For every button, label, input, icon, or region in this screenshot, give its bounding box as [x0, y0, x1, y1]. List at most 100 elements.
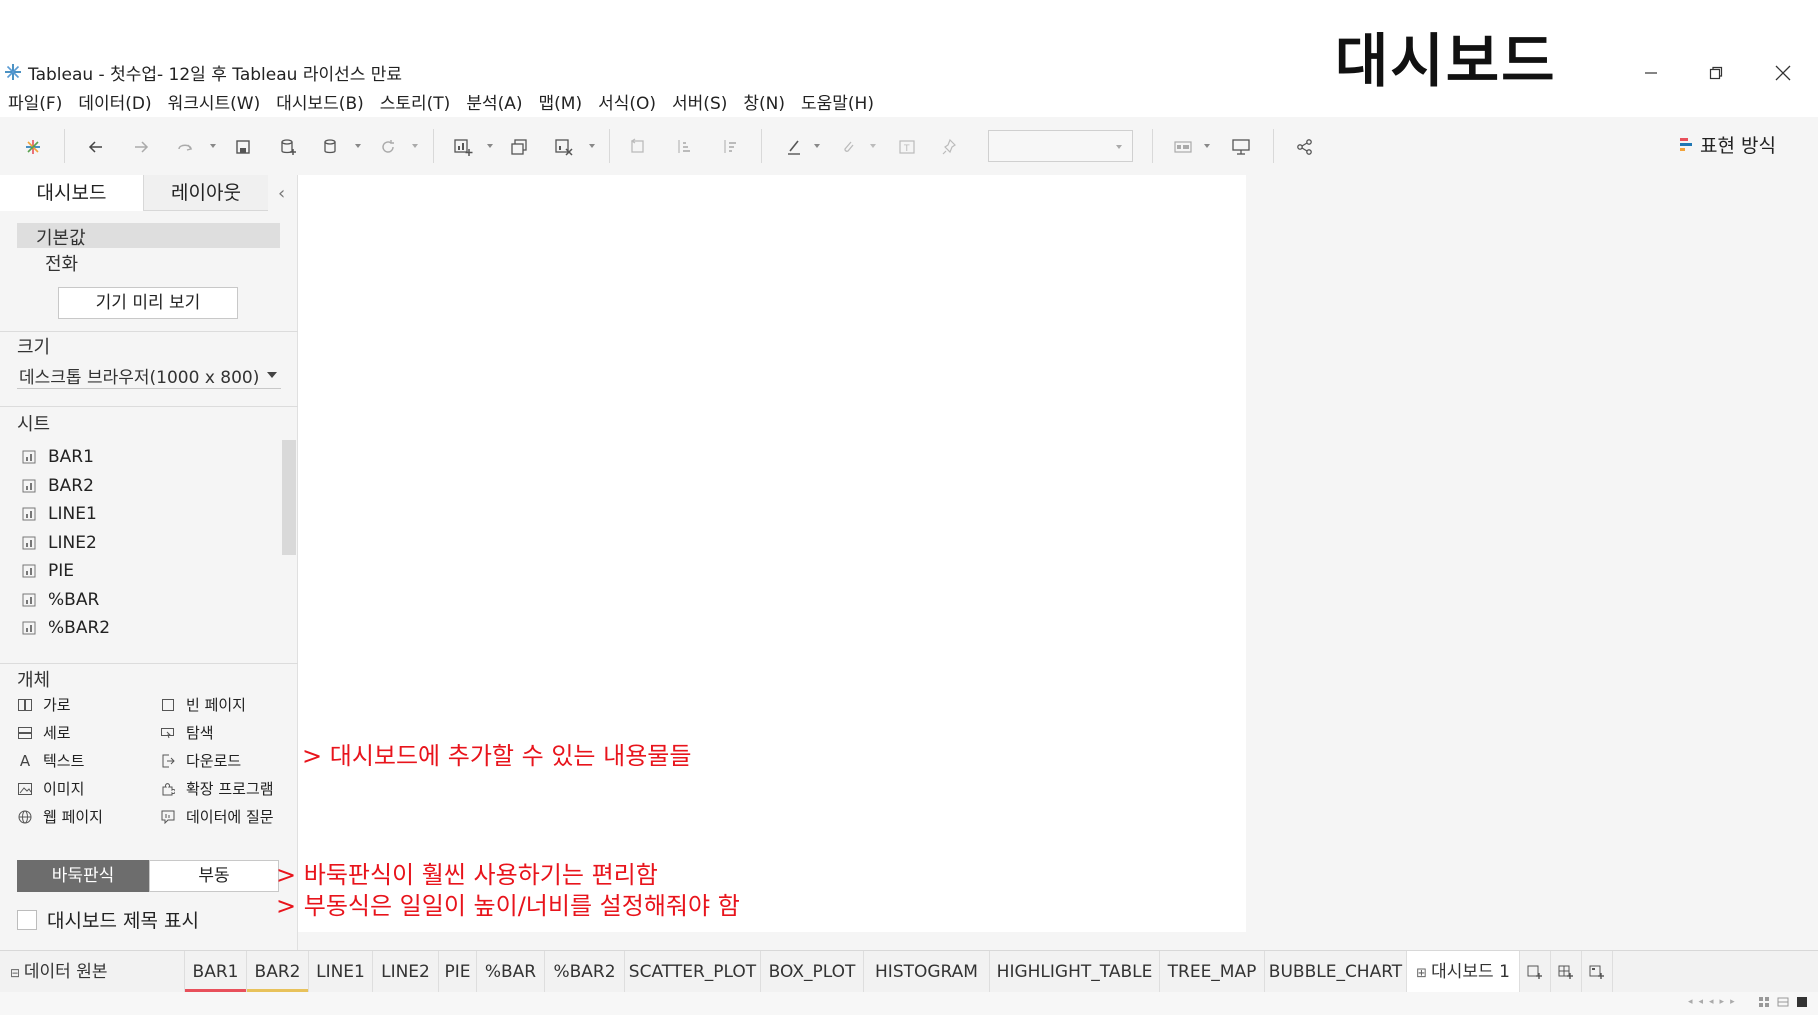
replay-button[interactable] — [172, 134, 198, 160]
dashboard-canvas[interactable] — [298, 175, 1246, 932]
menu-file[interactable]: 파일(F) — [0, 91, 70, 117]
share-button[interactable] — [1292, 134, 1318, 160]
menu-analysis[interactable]: 분석(A) — [458, 91, 530, 117]
sheet-item[interactable]: %BAR2 — [22, 614, 110, 643]
menu-window[interactable]: 창(N) — [735, 91, 793, 117]
show-cards-button[interactable] — [1170, 134, 1196, 160]
sheet-list-scrollbar[interactable] — [282, 440, 296, 555]
object-horizontal[interactable]: 가로 — [17, 694, 71, 715]
grid-view-icon[interactable] — [1758, 996, 1770, 1008]
tab-sheet[interactable]: TREE_MAP — [1160, 951, 1265, 993]
clear-sheet-button[interactable] — [551, 134, 577, 160]
tableau-home-button[interactable] — [20, 134, 46, 160]
size-select[interactable]: 데스크톱 브라우저(1000 x 800) — [17, 361, 281, 389]
new-worksheet-button[interactable] — [450, 134, 476, 160]
menu-story[interactable]: 스토리(T) — [372, 91, 459, 117]
sheet-item[interactable]: BAR1 — [22, 443, 110, 472]
object-extension[interactable]: 확장 프로그램 — [160, 778, 274, 799]
tab-sheet[interactable]: BAR2 — [247, 951, 309, 993]
close-button[interactable] — [1763, 58, 1803, 88]
tab-dashboard-1[interactable]: ⊞ 대시보드 1 — [1407, 951, 1520, 993]
save-button[interactable] — [230, 134, 256, 160]
floating-toggle[interactable]: 부동 — [149, 860, 279, 892]
object-text[interactable]: A 텍스트 — [17, 750, 85, 771]
redo-button[interactable] — [128, 134, 154, 160]
chevron-down-icon[interactable] — [410, 141, 420, 151]
sheet-navigation-arrows[interactable]: ◂◂◂▸▸ — [1688, 997, 1741, 1007]
fit-select[interactable] — [988, 130, 1133, 162]
filmstrip-view-icon[interactable] — [1777, 996, 1789, 1008]
refresh-button[interactable] — [375, 134, 401, 160]
highlight-button[interactable] — [781, 134, 807, 160]
tab-sheet[interactable]: LINE2 — [373, 951, 439, 993]
tab-layout[interactable]: 레이아웃 — [144, 175, 268, 211]
menu-worksheet[interactable]: 워크시트(W) — [160, 91, 269, 117]
tab-data-source[interactable]: ⊟ 데이터 원본 — [0, 951, 185, 993]
show-mark-labels-button[interactable]: T — [894, 134, 920, 160]
worksheet-icon — [22, 593, 36, 607]
slide-heading: 대시보드 — [1335, 27, 1557, 95]
presentation-mode-button[interactable] — [1228, 134, 1254, 160]
chevron-down-icon[interactable] — [868, 141, 878, 151]
tab-sheet[interactable]: HISTOGRAM — [864, 951, 990, 993]
tab-sheet[interactable]: PIE — [439, 951, 477, 993]
undo-button[interactable] — [83, 134, 109, 160]
sheet-item[interactable]: LINE1 — [22, 500, 110, 529]
duplicate-sheet-button[interactable] — [506, 134, 532, 160]
sheet-item[interactable]: LINE2 — [22, 529, 110, 558]
menu-server[interactable]: 서버(S) — [664, 91, 735, 117]
collapse-pane-icon[interactable]: ‹ — [278, 183, 285, 204]
chevron-down-icon[interactable] — [353, 141, 363, 151]
checkbox-box[interactable] — [17, 909, 37, 930]
group-members-button[interactable] — [835, 134, 861, 160]
chevron-down-icon[interactable] — [485, 141, 495, 151]
chevron-down-icon[interactable] — [587, 141, 597, 151]
sort-ascending-button[interactable] — [671, 134, 697, 160]
tab-dashboard[interactable]: 대시보드 — [0, 175, 144, 211]
tab-sheet[interactable]: SCATTER_PLOT — [625, 951, 761, 993]
new-dashboard-tab-button[interactable] — [1551, 951, 1582, 993]
restore-button[interactable] — [1696, 58, 1736, 88]
chevron-down-icon[interactable] — [812, 141, 822, 151]
object-vertical[interactable]: 세로 — [17, 722, 71, 743]
fix-axes-button[interactable] — [937, 134, 963, 160]
minimize-button[interactable] — [1631, 58, 1671, 88]
tab-sheet[interactable]: BAR1 — [185, 951, 247, 993]
menu-format[interactable]: 서식(O) — [590, 91, 664, 117]
sheet-item[interactable]: BAR2 — [22, 472, 110, 501]
pause-updates-button[interactable] — [318, 134, 344, 160]
tab-sheet[interactable]: %BAR2 — [545, 951, 625, 993]
tab-sheet[interactable]: BOX_PLOT — [761, 951, 864, 993]
device-preview-button[interactable]: 기기 미리 보기 — [58, 287, 238, 319]
sheet-item[interactable]: PIE — [22, 557, 110, 586]
chevron-down-icon[interactable] — [208, 141, 218, 151]
menu-data[interactable]: 데이터(D) — [70, 91, 159, 117]
object-web-page[interactable]: 웹 페이지 — [17, 806, 103, 827]
tab-sheet[interactable]: BUBBLE_CHART — [1265, 951, 1407, 993]
chevron-down-icon[interactable] — [1202, 141, 1212, 151]
object-blank[interactable]: 빈 페이지 — [160, 694, 246, 715]
tiled-toggle[interactable]: 바둑판식 — [17, 860, 149, 892]
device-phone-item[interactable]: 전화 — [45, 250, 78, 276]
new-worksheet-tab-button[interactable] — [1520, 951, 1551, 993]
menu-map[interactable]: 맵(M) — [531, 91, 591, 117]
sort-descending-button[interactable] — [717, 134, 743, 160]
object-download[interactable]: 다운로드 — [160, 750, 241, 771]
menu-dashboard[interactable]: 대시보드(B) — [268, 91, 372, 117]
tab-label: BAR1 — [192, 962, 239, 982]
sheet-label: %BAR — [48, 589, 100, 610]
object-navigation[interactable]: 탐색 — [160, 722, 214, 743]
show-dashboard-title-checkbox[interactable]: 대시보드 제목 표시 — [17, 906, 199, 933]
new-data-source-button[interactable] — [275, 134, 301, 160]
tab-sheet[interactable]: HIGHLIGHT_TABLE — [990, 951, 1160, 993]
tab-sheet[interactable]: %BAR — [477, 951, 545, 993]
tab-view-icon[interactable] — [1796, 996, 1808, 1008]
sheet-item[interactable]: %BAR — [22, 586, 110, 615]
object-ask-data[interactable]: 데이터에 질문 — [160, 806, 274, 827]
new-story-tab-button[interactable] — [1582, 951, 1613, 993]
swap-rows-columns-button[interactable] — [625, 134, 651, 160]
tab-sheet[interactable]: LINE1 — [309, 951, 373, 993]
object-image[interactable]: 이미지 — [17, 778, 84, 799]
show-me-button[interactable]: 표현 방식 — [1680, 131, 1776, 158]
menu-help[interactable]: 도움말(H) — [793, 91, 882, 117]
